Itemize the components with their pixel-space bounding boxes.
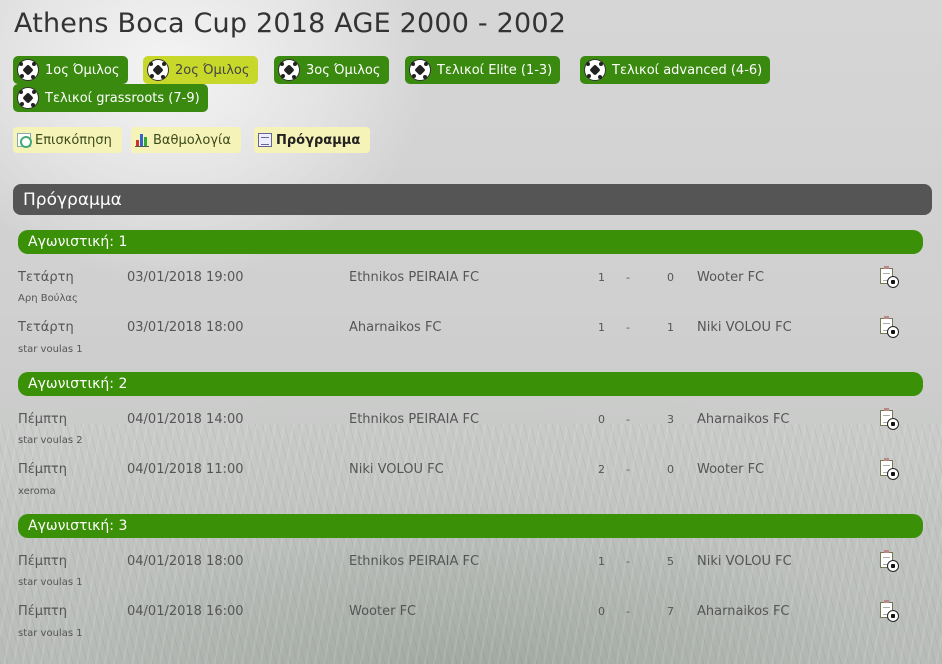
match-datetime: 04/01/2018 16:00 <box>127 604 244 619</box>
soccer-ball-icon <box>17 59 39 81</box>
tab-finals-elite-label: Τελικοί Elite (1-3) <box>437 62 553 78</box>
schedule-icon <box>258 133 272 147</box>
away-score: 1 <box>667 321 674 334</box>
match-venue: star voulas 1 <box>18 628 83 639</box>
match-report-icon[interactable] <box>878 600 900 623</box>
soccer-ball-icon <box>584 59 606 81</box>
away-score: 7 <box>667 605 674 618</box>
match-day: Πέμπτη <box>18 604 67 619</box>
home-team: Niki VOLOU FC <box>349 462 444 477</box>
tab-finals-advanced[interactable]: Τελικοί advanced (4-6) <box>580 56 771 84</box>
tab-overview[interactable]: Επισκόπηση <box>13 127 122 153</box>
round-label: Αγωνιστική: 2 <box>28 376 128 392</box>
tab-finals-advanced-label: Τελικοί advanced (4-6) <box>612 62 763 78</box>
match-datetime: 04/01/2018 18:00 <box>127 554 244 569</box>
match-report-icon[interactable] <box>878 316 900 339</box>
match-report-icon[interactable] <box>878 266 900 289</box>
tab-finals-grassroots-label: Τελικοί grassroots (7-9) <box>45 90 200 106</box>
soccer-ball-icon <box>147 59 169 81</box>
home-score: 0 <box>598 413 605 426</box>
match-day: Τετάρτη <box>18 270 74 285</box>
match-day: Πέμπτη <box>18 462 67 477</box>
away-team: Aharnaikos FC <box>697 412 790 427</box>
home-team: Wooter FC <box>349 604 417 619</box>
grass-background <box>0 424 942 664</box>
round-header: Αγωνιστική: 3 <box>18 514 923 538</box>
match-datetime: 04/01/2018 11:00 <box>127 462 244 477</box>
away-score: 0 <box>667 463 674 476</box>
overview-icon <box>17 133 32 148</box>
round-label: Αγωνιστική: 1 <box>28 234 128 250</box>
score-separator: - <box>626 271 630 284</box>
home-score: 2 <box>598 463 605 476</box>
match-day: Πέμπτη <box>18 412 67 427</box>
soccer-ball-icon <box>17 87 39 109</box>
away-team: Wooter FC <box>697 270 765 285</box>
away-team: Niki VOLOU FC <box>697 320 792 335</box>
score-separator: - <box>626 413 630 426</box>
tab-schedule[interactable]: Πρόγραμμα <box>254 127 371 153</box>
tab-overview-label: Επισκόπηση <box>35 132 112 148</box>
away-score: 5 <box>667 555 674 568</box>
match-venue: star voulas 2 <box>18 435 83 446</box>
match-venue: Αρη Βούλας <box>18 293 78 304</box>
home-score: 1 <box>598 321 605 334</box>
score-separator: - <box>626 555 630 568</box>
match-report-icon[interactable] <box>878 408 900 431</box>
tab-group-2[interactable]: 2ος Όμιλος <box>143 56 258 84</box>
away-team: Aharnaikos FC <box>697 604 790 619</box>
soccer-ball-icon <box>409 59 431 81</box>
tab-finals-grassroots[interactable]: Τελικοί grassroots (7-9) <box>13 84 208 112</box>
home-team: Ethnikos PEIRAIA FC <box>349 412 480 427</box>
match-report-icon[interactable] <box>878 550 900 573</box>
match-day: Τετάρτη <box>18 320 74 335</box>
tab-group-2-label: 2ος Όμιλος <box>175 62 250 78</box>
tab-standings[interactable]: Βαθμολογία <box>131 127 241 153</box>
home-team: Ethnikos PEIRAIA FC <box>349 554 480 569</box>
tab-group-3[interactable]: 3ος Όμιλος <box>274 56 389 84</box>
home-score: 1 <box>598 555 605 568</box>
soccer-ball-icon <box>278 59 300 81</box>
score-separator: - <box>626 321 630 334</box>
match-report-icon[interactable] <box>878 458 900 481</box>
score-separator: - <box>626 605 630 618</box>
match-venue: star voulas 1 <box>18 577 83 588</box>
round-label: Αγωνιστική: 3 <box>28 518 128 534</box>
tab-group-1[interactable]: 1ος Όμιλος <box>13 56 128 84</box>
home-team: Aharnaikos FC <box>349 320 442 335</box>
tab-standings-label: Βαθμολογία <box>153 132 231 148</box>
match-datetime: 03/01/2018 18:00 <box>127 320 244 335</box>
match-venue: star voulas 1 <box>18 344 83 355</box>
round-header: Αγωνιστική: 1 <box>18 230 923 254</box>
section-header: Πρόγραμμα <box>13 184 932 215</box>
home-score: 0 <box>598 605 605 618</box>
match-day: Πέμπτη <box>18 554 67 569</box>
away-team: Wooter FC <box>697 462 765 477</box>
score-separator: - <box>626 463 630 476</box>
away-score: 3 <box>667 413 674 426</box>
tab-finals-elite[interactable]: Τελικοί Elite (1-3) <box>405 56 561 84</box>
tab-schedule-label: Πρόγραμμα <box>276 132 361 148</box>
away-score: 0 <box>667 271 674 284</box>
standings-chart-icon <box>135 133 149 147</box>
tab-group-3-label: 3ος Όμιλος <box>306 62 381 78</box>
match-datetime: 03/01/2018 19:00 <box>127 270 244 285</box>
tab-group-1-label: 1ος Όμιλος <box>45 62 120 78</box>
home-team: Ethnikos PEIRAIA FC <box>349 270 480 285</box>
match-venue: xeroma <box>18 486 56 497</box>
away-team: Niki VOLOU FC <box>697 554 792 569</box>
page-title: Athens Boca Cup 2018 AGE 2000 - 2002 <box>14 8 567 39</box>
round-header: Αγωνιστική: 2 <box>18 372 923 396</box>
section-title: Πρόγραμμα <box>23 189 122 210</box>
match-datetime: 04/01/2018 14:00 <box>127 412 244 427</box>
home-score: 1 <box>598 271 605 284</box>
